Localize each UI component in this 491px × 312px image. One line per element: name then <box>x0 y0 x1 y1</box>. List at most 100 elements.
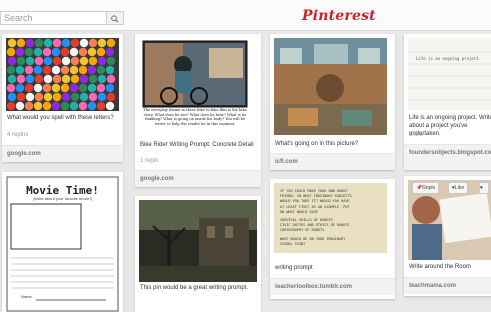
notebook-text: Life is an ongoing project. <box>416 56 482 61</box>
letter-bead <box>7 38 17 48</box>
letter-bead <box>106 74 116 84</box>
pin-source[interactable]: foundersobjects.blogspot.com <box>404 144 491 170</box>
letter-bead <box>61 38 71 48</box>
pin-card-room-picture[interactable]: What's going on in this picture? icfl.co… <box>270 34 395 170</box>
letter-bead <box>34 38 44 48</box>
letter-bead <box>87 47 97 57</box>
letter-bead <box>97 92 107 102</box>
pin-card-letters[interactable]: What would you spell with these letters?… <box>2 34 123 162</box>
repin-button[interactable]: 📌Repin <box>412 182 440 194</box>
letter-bead <box>25 38 35 48</box>
letter-bead <box>78 83 88 93</box>
letter-bead <box>87 65 97 75</box>
letter-bead <box>34 56 44 66</box>
pinterest-logo[interactable]: Pinterest <box>302 8 376 24</box>
pin-image-letter-beads[interactable] <box>6 38 119 111</box>
pin-description: writing prompt <box>275 265 313 271</box>
letter-bead <box>7 92 17 102</box>
letter-bead <box>7 74 17 84</box>
letter-bead <box>79 74 89 84</box>
pin-description: What would you spell with these letters? <box>7 115 114 121</box>
letter-bead <box>42 47 52 57</box>
letter-bead <box>105 65 115 75</box>
letter-bead <box>96 83 106 93</box>
letter-bead <box>6 65 16 75</box>
pin-image-room[interactable] <box>274 38 387 135</box>
letter-bead <box>33 83 43 93</box>
letter-bead <box>87 83 97 93</box>
letter-bead <box>42 83 52 93</box>
pin-source[interactable]: teachertoolbox.tumblr.com <box>270 278 395 295</box>
pin-card-robot-prompt[interactable]: IF YOU COULD MAKE YOUR OWN ROBOT FRIEND, … <box>270 179 395 299</box>
letter-bead <box>43 56 53 66</box>
search-icon <box>111 15 119 23</box>
pin-card-ongoing-project[interactable]: Life is an ongoing project. Life is an o… <box>404 34 491 170</box>
pin-stats: 1 like <box>409 132 424 138</box>
pin-image-notebook[interactable]: Life is an ongoing project. <box>408 38 491 110</box>
letter-bead <box>105 83 115 93</box>
pin-card-movie-worksheet[interactable]: Movie Time! (Write about your favorite m… <box>2 172 123 312</box>
pin-description: Write around the Room <box>409 264 471 270</box>
pin-image-bike-rider[interactable]: The everyday theme in these bike-to-bike… <box>139 38 257 138</box>
pin-source[interactable]: icfl.com <box>270 153 395 170</box>
letter-bead <box>60 83 70 93</box>
pin-description: What's going on in this picture? <box>275 141 359 147</box>
header-bar: Pinterest <box>0 0 491 31</box>
letter-bead <box>78 65 88 75</box>
pin-description: This pin would be a great writing prompt… <box>140 285 249 291</box>
pin-image-worksheet[interactable]: Movie Time! (Write about your favorite m… <box>6 176 119 312</box>
search-button[interactable] <box>106 12 123 24</box>
letter-bead <box>69 101 79 111</box>
letter-bead <box>24 47 34 57</box>
letter-bead <box>96 101 106 111</box>
pin-image-spooky-house[interactable] <box>139 200 257 282</box>
letter-bead <box>42 65 52 75</box>
letter-bead <box>51 47 61 57</box>
letter-bead <box>34 74 44 84</box>
letter-bead <box>88 38 98 48</box>
letter-bead <box>60 101 70 111</box>
search-input[interactable] <box>1 12 111 24</box>
letter-bead <box>60 65 70 75</box>
letter-bead <box>24 101 34 111</box>
letter-bead <box>16 74 26 84</box>
search-box[interactable] <box>0 11 124 25</box>
letter-bead <box>97 74 107 84</box>
letter-bead <box>52 74 62 84</box>
worksheet-subtitle: (Write about your favorite movie!) <box>32 196 93 201</box>
letter-bead <box>97 56 107 66</box>
pin-image-robot-prompt[interactable]: IF YOU COULD MAKE YOUR OWN ROBOT FRIEND, … <box>274 183 387 253</box>
pin-source[interactable]: google.com <box>2 145 123 162</box>
letter-bead <box>33 47 43 57</box>
letter-bead <box>6 101 16 111</box>
letter-bead <box>61 56 71 66</box>
letter-bead <box>25 92 35 102</box>
letter-bead <box>33 101 43 111</box>
like-button[interactable]: ♥Like <box>448 182 469 194</box>
letter-bead <box>43 92 53 102</box>
letter-bead <box>60 47 70 57</box>
pin-card-spooky-house[interactable]: This pin would be a great writing prompt… <box>135 196 261 312</box>
pin-source[interactable]: teachmama.com <box>404 277 491 294</box>
letter-bead <box>79 56 89 66</box>
worksheet-name-label: Name <box>21 294 32 299</box>
pin-card-bike-rider[interactable]: The everyday theme in these bike-to-bike… <box>135 34 261 187</box>
letter-bead <box>88 92 98 102</box>
letter-bead <box>106 92 116 102</box>
letter-bead <box>70 38 80 48</box>
letter-bead <box>78 47 88 57</box>
letter-bead <box>106 38 116 48</box>
letter-bead <box>69 83 79 93</box>
letter-bead <box>51 83 61 93</box>
letter-bead <box>42 101 52 111</box>
pin-card-write-around-room[interactable]: Write around the Room teachmama.com <box>404 176 491 296</box>
letter-bead <box>88 74 98 84</box>
letter-bead <box>88 56 98 66</box>
pin-source[interactable]: google.com <box>135 170 261 187</box>
prompt-card-line: SCHOOL SIGN? <box>280 241 306 246</box>
letter-bead <box>52 92 62 102</box>
letter-bead <box>24 65 34 75</box>
letter-bead <box>69 47 79 57</box>
more-button[interactable]: ♥ <box>479 182 489 194</box>
letter-bead <box>79 92 89 102</box>
